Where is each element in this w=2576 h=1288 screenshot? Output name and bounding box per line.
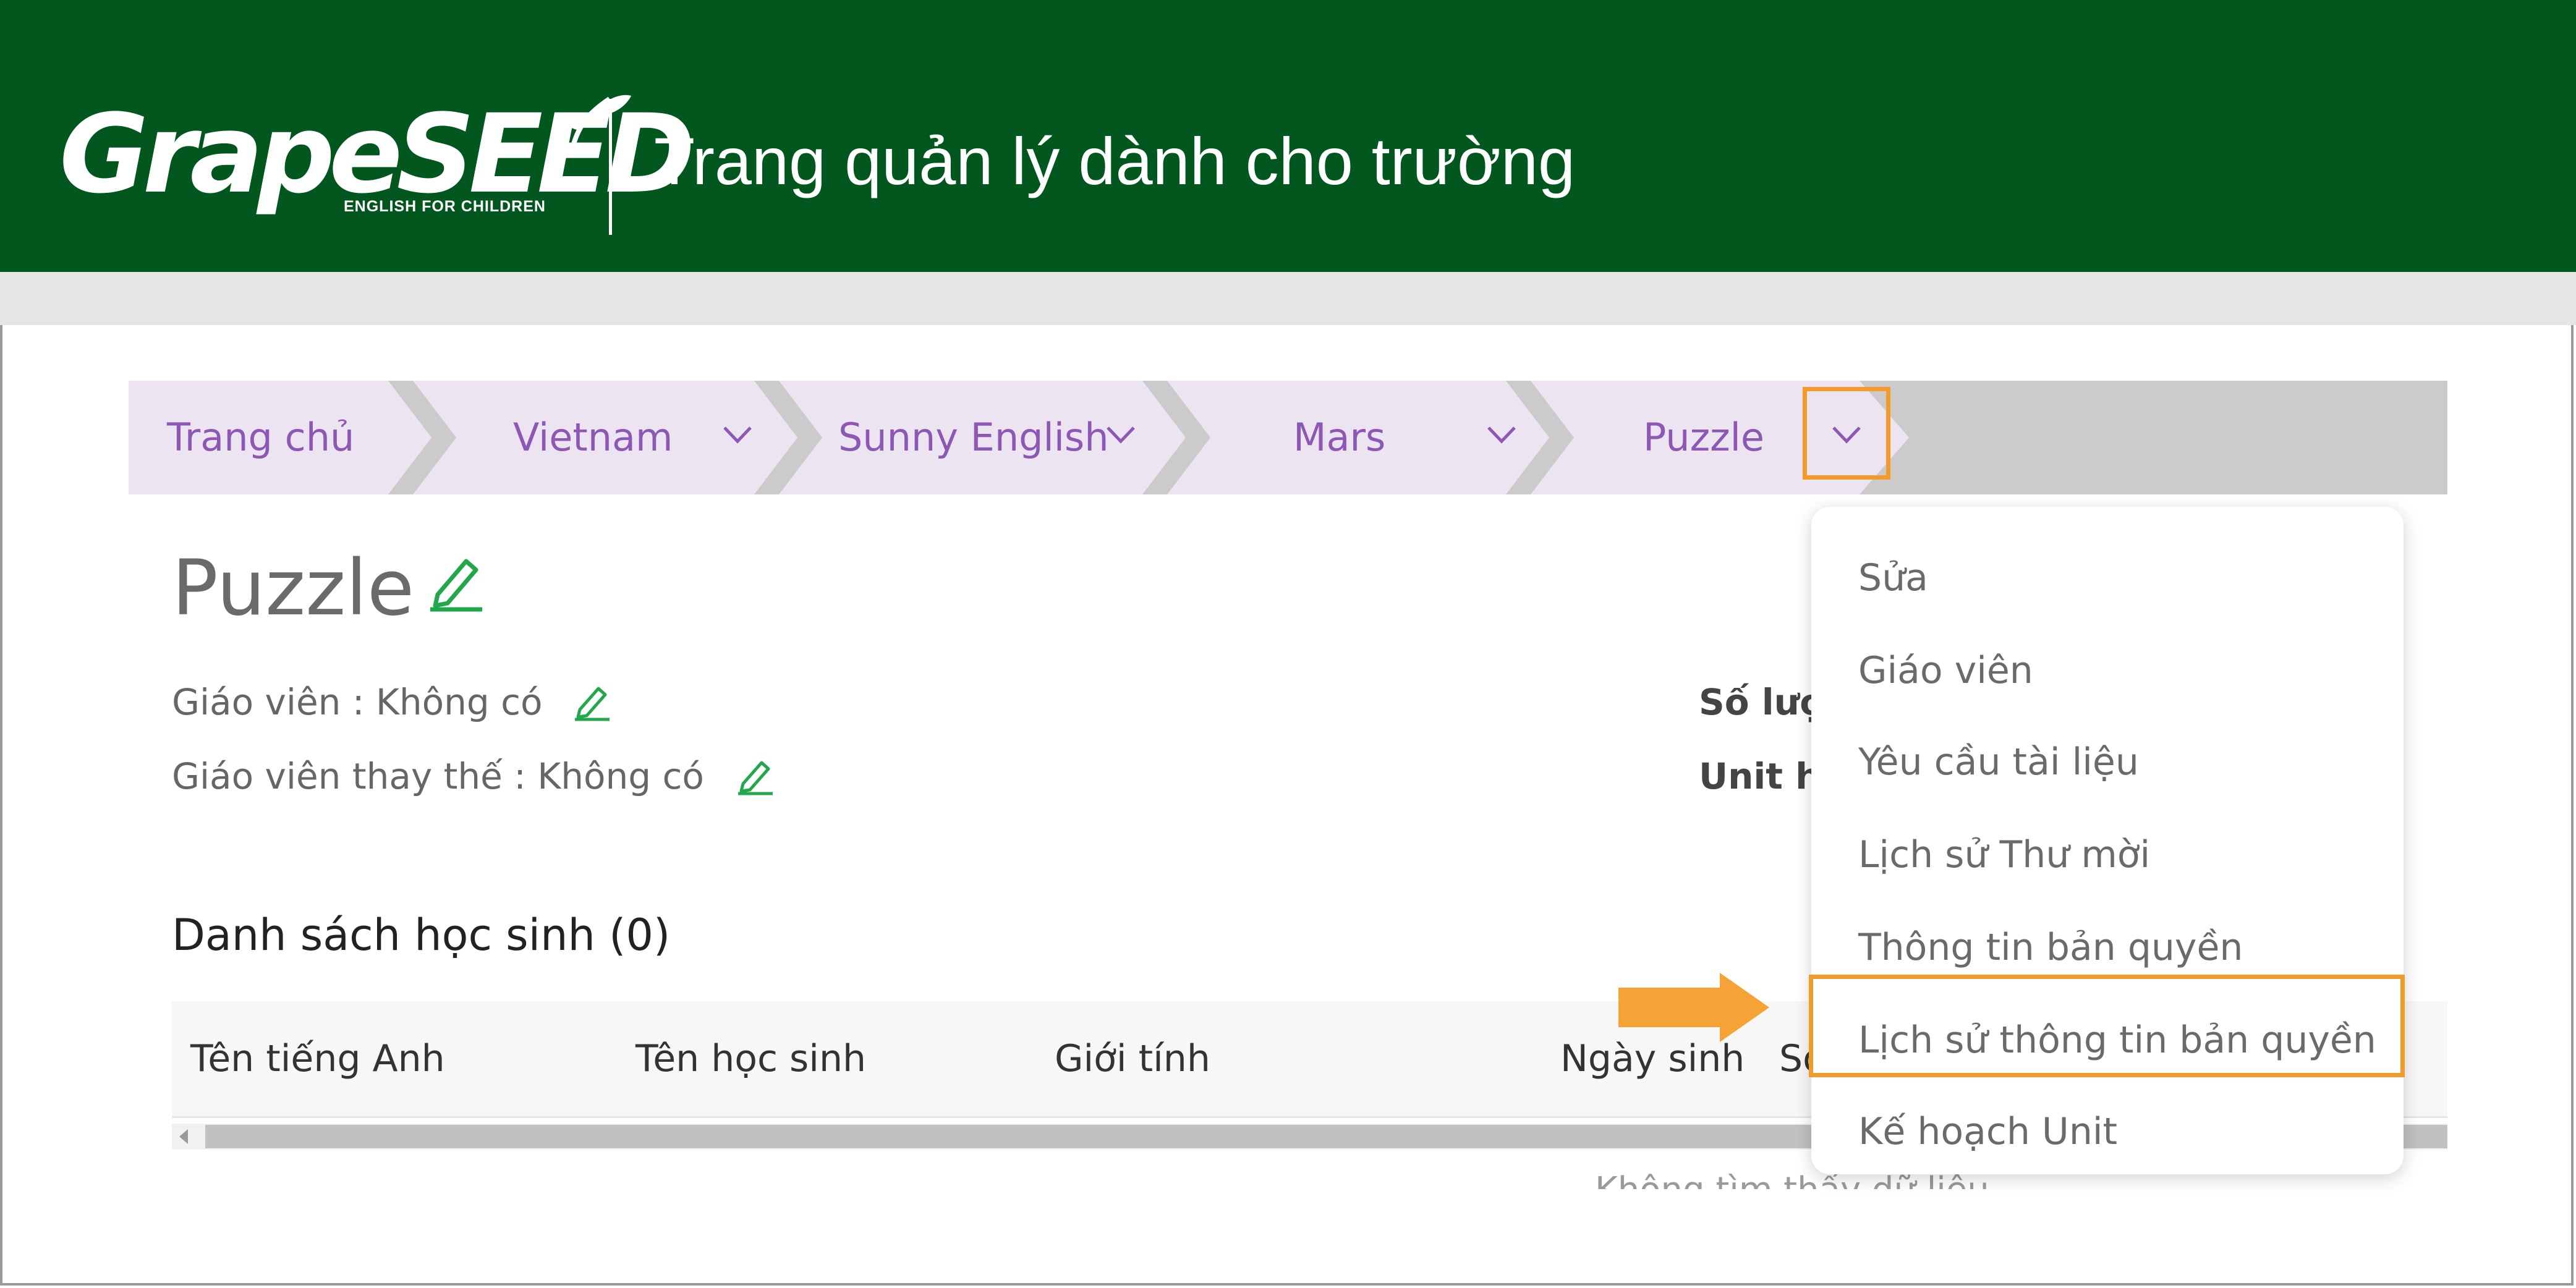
column-header-student-name[interactable]: Tên học sinh <box>635 1001 866 1116</box>
pencil-icon[interactable] <box>574 682 611 722</box>
breadcrumb-separator <box>1142 381 1210 494</box>
substitute-teacher-info: Giáo viên thay thế : Không có <box>172 755 704 797</box>
pencil-icon[interactable] <box>737 756 774 796</box>
breadcrumb-item-school[interactable]: Sunny English <box>838 381 1109 494</box>
column-header-english-name[interactable]: Tên tiếng Anh <box>190 1001 445 1116</box>
chevron-down-icon[interactable] <box>1105 419 1136 450</box>
teacher-info: Giáo viên : Không có <box>172 681 543 723</box>
chevron-down-icon[interactable] <box>1486 419 1517 450</box>
pencil-icon[interactable] <box>429 553 485 612</box>
breadcrumb-item-region[interactable]: Vietnam <box>513 381 673 494</box>
grapeseed-logo[interactable]: GrapeSEED ENGLISH FOR CHILDREN <box>59 93 695 216</box>
menu-item-material-request[interactable]: Yêu cầu tài liệu <box>1811 716 2404 808</box>
chevron-down-icon[interactable] <box>722 419 753 450</box>
breadcrumb-item-home[interactable]: Trang chủ <box>167 381 354 494</box>
header-spacer <box>0 272 2576 325</box>
breadcrumb: Trang chủ Vietnam Sunny English Mars Puz… <box>129 381 2447 494</box>
menu-item-teachers[interactable]: Giáo viên <box>1811 624 2404 717</box>
breadcrumb-item-campus[interactable]: Mars <box>1293 381 1385 494</box>
app-header: GrapeSEED ENGLISH FOR CHILDREN Trang quả… <box>0 0 2576 272</box>
student-count-info: Số lượ <box>1699 681 1824 723</box>
page-title: Puzzle <box>172 544 415 633</box>
header-divider <box>609 99 612 235</box>
menu-item-invitation-history[interactable]: Lịch sử Thư mời <box>1811 808 2404 901</box>
unit-info: Unit h <box>1699 755 1821 797</box>
arrow-right-icon <box>1618 973 1769 1042</box>
scroll-left-icon[interactable] <box>179 1129 188 1144</box>
breadcrumb-separator <box>388 381 456 494</box>
logo-tagline: ENGLISH FOR CHILDREN <box>344 198 546 215</box>
student-list-title: Danh sách học sinh (0) <box>172 910 671 960</box>
menu-item-highlight <box>1809 975 2405 1077</box>
dropdown-trigger-highlight <box>1803 387 1890 480</box>
breadcrumb-separator <box>754 381 822 494</box>
header-title: Trang quản lý dành cho trường <box>654 124 1576 198</box>
leaf-icon <box>560 95 631 149</box>
menu-item-unit-plan[interactable]: Kế hoạch Unit <box>1811 1085 2404 1178</box>
column-header-gender[interactable]: Giới tính <box>1055 1001 1210 1116</box>
menu-item-edit[interactable]: Sửa <box>1811 532 2404 624</box>
breadcrumb-item-class[interactable]: Puzzle <box>1643 381 1764 494</box>
